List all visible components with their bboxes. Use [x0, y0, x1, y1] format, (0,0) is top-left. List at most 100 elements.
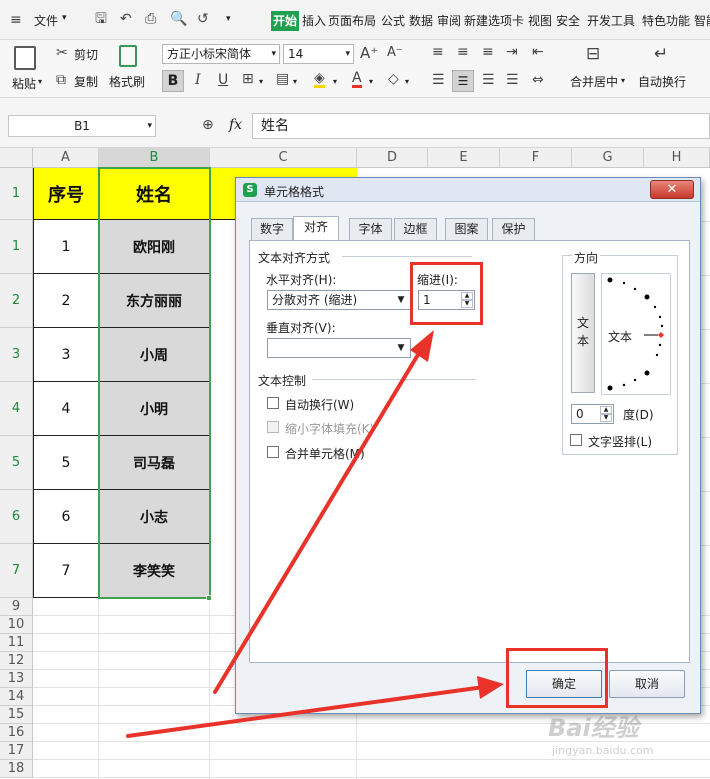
column-header-a[interactable]: A [33, 148, 99, 168]
tab-data[interactable]: 数据 [409, 11, 433, 31]
seq-cell[interactable]: 4 [33, 382, 99, 436]
wrap-text-icon[interactable]: ↵ [654, 46, 668, 63]
borders-chevron-icon[interactable]: ▾ [259, 77, 263, 86]
tab-protection[interactable]: 保护 [492, 218, 535, 240]
seq-cell[interactable]: 3 [33, 328, 99, 382]
tab-home[interactable]: 开始 [271, 11, 300, 31]
tab-number[interactable]: 数字 [251, 218, 293, 240]
italic-icon[interactable]: I [195, 73, 201, 87]
justify-icon[interactable]: ☰ [506, 73, 519, 87]
font-color-chevron-icon[interactable]: ▾ [369, 77, 373, 86]
menu-icon[interactable]: ≡ [10, 13, 22, 27]
row-header[interactable]: 5 [0, 436, 33, 490]
font-name-chevron-icon[interactable]: ▾ [271, 45, 276, 63]
row-header[interactable]: 13 [0, 670, 33, 688]
seq-cell[interactable]: 1 [33, 220, 99, 274]
vertical-text-label[interactable]: 文字竖排(L) [588, 433, 652, 450]
font-size-chevron-icon[interactable]: ▾ [345, 45, 350, 63]
degrees-up-arrow-icon[interactable]: ▲ [600, 406, 612, 414]
quick-access-more-icon[interactable]: ▾ [226, 14, 231, 24]
tab-alignment[interactable]: 对齐 [293, 216, 339, 241]
fill-color-icon[interactable]: ◈ [314, 71, 325, 88]
row-header[interactable]: 9 [0, 598, 33, 616]
paste-icon[interactable] [14, 46, 36, 70]
undo-icon[interactable]: ↺ [197, 12, 209, 26]
seq-cell[interactable]: 6 [33, 490, 99, 544]
horizontal-align-select[interactable]: 分散对齐 (缩进) ▼ [267, 290, 411, 310]
column-header-e[interactable]: E [428, 148, 500, 168]
tab-developer[interactable]: 开发工具 [587, 11, 635, 31]
wrap-text-button[interactable]: 自动换行 [638, 73, 686, 90]
seq-cell[interactable]: 2 [33, 274, 99, 328]
row-header[interactable]: 1 [0, 220, 33, 274]
merge-center-button[interactable]: 合并居中 [570, 73, 618, 90]
zoom-icon[interactable]: ⊕ [202, 118, 214, 132]
fill-color-chevron-icon[interactable]: ▾ [333, 77, 337, 86]
paste-button[interactable]: 粘贴 [12, 75, 36, 92]
name-box[interactable]: B1 ▾ [8, 115, 156, 137]
align-right-icon[interactable]: ☰ [482, 73, 495, 87]
row-header[interactable]: 11 [0, 634, 33, 652]
format-painter-icon[interactable] [119, 45, 137, 67]
wrap-text-label[interactable]: 自动换行(W) [285, 396, 354, 413]
tab-security[interactable]: 安全 [556, 11, 580, 31]
fx-button[interactable]: fx [229, 117, 242, 133]
cancel-button[interactable]: 取消 [609, 670, 685, 698]
font-name-select[interactable]: 方正小标宋简体 ▾ [162, 44, 280, 64]
tab-insert[interactable]: 插入 [302, 11, 326, 31]
align-middle-icon[interactable]: ≡ [457, 45, 469, 59]
decrease-font-size-icon[interactable]: A⁻ [387, 46, 403, 59]
row-header[interactable]: 15 [0, 706, 33, 724]
tab-pattern[interactable]: 图案 [445, 218, 488, 240]
align-bottom-icon[interactable]: ≡ [482, 45, 494, 59]
clear-icon[interactable]: ◇ [388, 72, 399, 86]
degrees-spinner[interactable]: 0 ▲ ▼ [571, 404, 614, 424]
tab-page-layout[interactable]: 页面布局 [328, 11, 376, 31]
tab-review[interactable]: 审阅 [437, 11, 461, 31]
wrap-text-checkbox[interactable] [267, 397, 279, 409]
column-header-g[interactable]: G [572, 148, 644, 168]
cut-icon[interactable]: ✂ [56, 46, 68, 60]
tab-special-features[interactable]: 特色功能 [642, 11, 690, 31]
row-header[interactable]: 2 [0, 274, 33, 328]
merge-center-icon[interactable]: ⊟ [586, 46, 600, 63]
tab-border[interactable]: 边框 [394, 218, 437, 240]
column-header-b[interactable]: B [99, 148, 210, 168]
merge-cells-checkbox[interactable] [267, 446, 279, 458]
degrees-down-arrow-icon[interactable]: ▼ [600, 414, 612, 422]
undo-history-icon[interactable]: ↶ [120, 12, 132, 26]
column-header-h[interactable]: H [644, 148, 710, 168]
clear-chevron-icon[interactable]: ▾ [405, 77, 409, 86]
row-header[interactable]: 17 [0, 742, 33, 760]
tab-formulas[interactable]: 公式 [381, 11, 405, 31]
row-header[interactable]: 18 [0, 760, 33, 778]
cell-style-icon[interactable]: ▤ [276, 72, 289, 86]
vertical-align-select[interactable]: ▼ [267, 338, 411, 358]
row-header[interactable]: 6 [0, 490, 33, 544]
fill-handle[interactable] [206, 595, 212, 601]
align-top-icon[interactable]: ≡ [432, 45, 444, 59]
merge-center-chevron-icon[interactable]: ▾ [621, 76, 625, 85]
font-color-icon[interactable]: A [352, 71, 362, 88]
cut-button[interactable]: 剪切 [74, 46, 98, 63]
select-all-corner[interactable] [0, 148, 33, 168]
save-icon[interactable]: 🖫 [95, 12, 107, 26]
vertical-text-checkbox[interactable] [570, 434, 582, 446]
align-left-icon[interactable]: ☰ [432, 73, 445, 87]
row-header[interactable]: 4 [0, 382, 33, 436]
horizontal-align-chevron-icon[interactable]: ▼ [394, 292, 408, 308]
underline-icon[interactable]: U [218, 73, 228, 87]
seq-cell[interactable]: 7 [33, 544, 99, 598]
close-button[interactable]: ✕ [650, 180, 694, 199]
print-preview-icon[interactable]: 🔍 [170, 12, 187, 26]
tab-smart[interactable]: 智能 [694, 11, 710, 31]
dialog-title-bar[interactable]: S 单元格格式 ✕ [236, 178, 700, 202]
paste-chevron-icon[interactable]: ▾ [38, 77, 42, 86]
font-size-select[interactable]: 14 ▾ [283, 44, 354, 64]
bold-button[interactable]: B [162, 70, 184, 92]
increase-font-size-icon[interactable]: A⁺ [360, 46, 378, 61]
vertical-align-chevron-icon[interactable]: ▼ [394, 340, 408, 356]
header-cell-seq[interactable]: 序号 [33, 168, 99, 220]
tab-font[interactable]: 字体 [349, 218, 392, 240]
column-header-f[interactable]: F [500, 148, 572, 168]
